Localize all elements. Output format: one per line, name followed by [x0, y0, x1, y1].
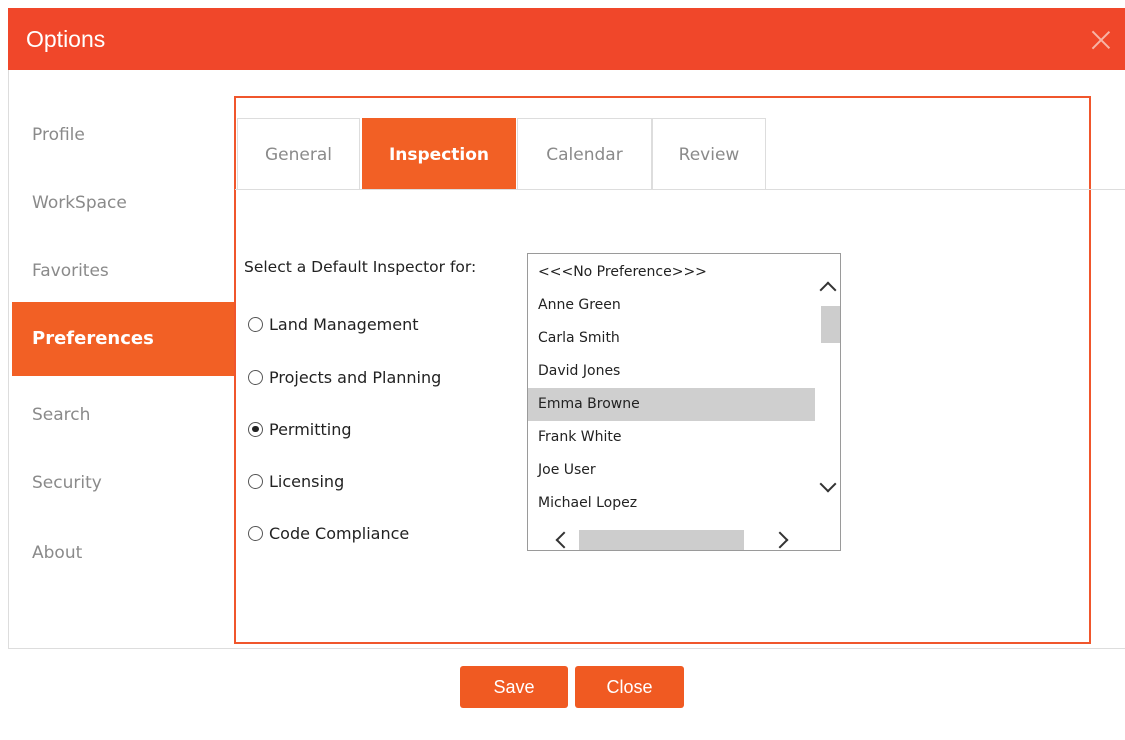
list-item-selected[interactable]: Emma Browne: [528, 388, 815, 421]
radio-label: Projects and Planning: [269, 367, 442, 387]
list-item[interactable]: David Jones: [528, 355, 815, 388]
radio-permitting[interactable]: Permitting: [248, 417, 352, 441]
chevron-right-icon[interactable]: [771, 531, 789, 549]
sidebar-item-preferences[interactable]: Preferences: [12, 302, 234, 376]
close-icon[interactable]: [1091, 30, 1111, 50]
footer-divider: [8, 648, 1125, 649]
dialog-title: Options: [26, 26, 106, 52]
tab-inspection[interactable]: Inspection: [362, 118, 516, 190]
list-item[interactable]: Anne Green: [528, 289, 815, 322]
close-button[interactable]: Close: [575, 666, 684, 708]
horizontal-scroll-thumb[interactable]: [579, 530, 744, 550]
list-item[interactable]: <<<No Preference>>>: [528, 256, 815, 289]
left-border: [8, 70, 9, 648]
sidebar-item-search[interactable]: Search: [12, 378, 234, 452]
sidebar-item-workspace[interactable]: WorkSpace: [12, 166, 234, 240]
tab-general[interactable]: General: [237, 118, 360, 190]
vertical-scrollbar[interactable]: [816, 254, 840, 524]
list-item[interactable]: Frank White: [528, 421, 815, 454]
radio-label: Licensing: [269, 471, 345, 491]
list-item[interactable]: Michael Lopez: [528, 487, 815, 520]
radio-button[interactable]: [248, 473, 263, 489]
list-item[interactable]: Joe User: [528, 454, 815, 487]
vertical-scroll-thumb[interactable]: [821, 306, 840, 343]
radio-button[interactable]: [248, 421, 263, 437]
radio-licensing[interactable]: Licensing: [248, 469, 344, 493]
radio-button[interactable]: [248, 369, 263, 385]
horizontal-scrollbar[interactable]: [528, 524, 815, 550]
radio-land-management[interactable]: Land Management: [248, 312, 419, 336]
radio-code-compliance[interactable]: Code Compliance: [248, 521, 409, 545]
default-inspector-label: Select a Default Inspector for:: [244, 258, 477, 276]
sidebar-item-favorites[interactable]: Favorites: [12, 234, 234, 308]
options-dialog: Options Profile WorkSpace Favorites Pref…: [8, 8, 1125, 740]
title-bar: Options: [8, 8, 1125, 70]
radio-button[interactable]: [248, 316, 263, 332]
chevron-up-icon[interactable]: [819, 281, 837, 299]
sidebar-item-security[interactable]: Security: [12, 446, 234, 520]
tab-review[interactable]: Review: [652, 118, 766, 190]
tab-divider: [235, 189, 1125, 190]
radio-label: Land Management: [269, 314, 419, 334]
radio-label: Permitting: [269, 419, 352, 439]
tab-calendar[interactable]: Calendar: [517, 118, 652, 190]
radio-button[interactable]: [248, 525, 263, 541]
radio-label: Code Compliance: [269, 523, 410, 543]
list-item[interactable]: Carla Smith: [528, 322, 815, 355]
sidebar-item-about[interactable]: About: [12, 516, 234, 590]
chevron-left-icon[interactable]: [555, 531, 573, 549]
inspector-listbox[interactable]: <<<No Preference>>> Anne Green Carla Smi…: [527, 253, 841, 551]
sidebar-item-profile[interactable]: Profile: [12, 98, 234, 172]
chevron-down-icon[interactable]: [819, 475, 837, 493]
radio-projects-and-planning[interactable]: Projects and Planning: [248, 365, 441, 389]
save-button[interactable]: Save: [460, 666, 568, 708]
